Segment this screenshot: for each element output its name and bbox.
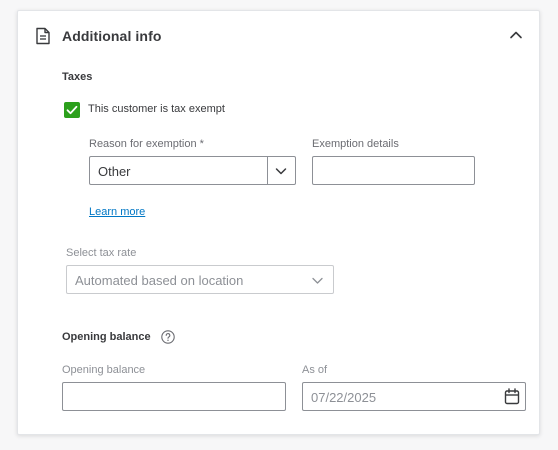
calendar-icon[interactable]	[504, 388, 520, 405]
opening-balance-label: Opening balance	[62, 364, 146, 376]
as-of-date-input[interactable]: 07/22/2025	[302, 382, 526, 411]
learn-more-link[interactable]: Learn more	[89, 206, 145, 218]
chevron-up-icon[interactable]	[507, 26, 525, 44]
help-icon[interactable]	[161, 330, 175, 344]
tax-exempt-label: This customer is tax exempt	[88, 103, 225, 115]
tax-rate-value: Automated based on location	[75, 273, 244, 288]
exemption-details-input[interactable]	[312, 156, 475, 185]
tax-rate-select[interactable]: Automated based on location	[66, 265, 334, 294]
section-title: Additional info	[62, 28, 162, 44]
as-of-label: As of	[302, 364, 328, 376]
section-header[interactable]: Additional info	[18, 11, 539, 61]
opening-balance-input[interactable]	[62, 382, 286, 411]
chevron-down-icon[interactable]	[274, 164, 288, 178]
chevron-down-icon	[311, 274, 324, 287]
tax-exempt-checkbox[interactable]	[64, 102, 80, 118]
reason-label: Reason for exemption *	[89, 138, 204, 150]
document-icon	[35, 27, 51, 45]
opening-balance-heading: Opening balance	[62, 331, 151, 343]
select-divider	[267, 157, 268, 184]
reason-value: Other	[98, 164, 131, 179]
taxes-heading: Taxes	[62, 71, 93, 83]
as-of-value: 07/22/2025	[311, 390, 377, 405]
additional-info-card: Additional info Taxes This customer is t…	[17, 10, 540, 435]
tax-rate-label: Select tax rate	[66, 247, 137, 259]
exemption-details-label: Exemption details	[312, 138, 399, 150]
reason-select[interactable]: Other	[89, 156, 296, 185]
